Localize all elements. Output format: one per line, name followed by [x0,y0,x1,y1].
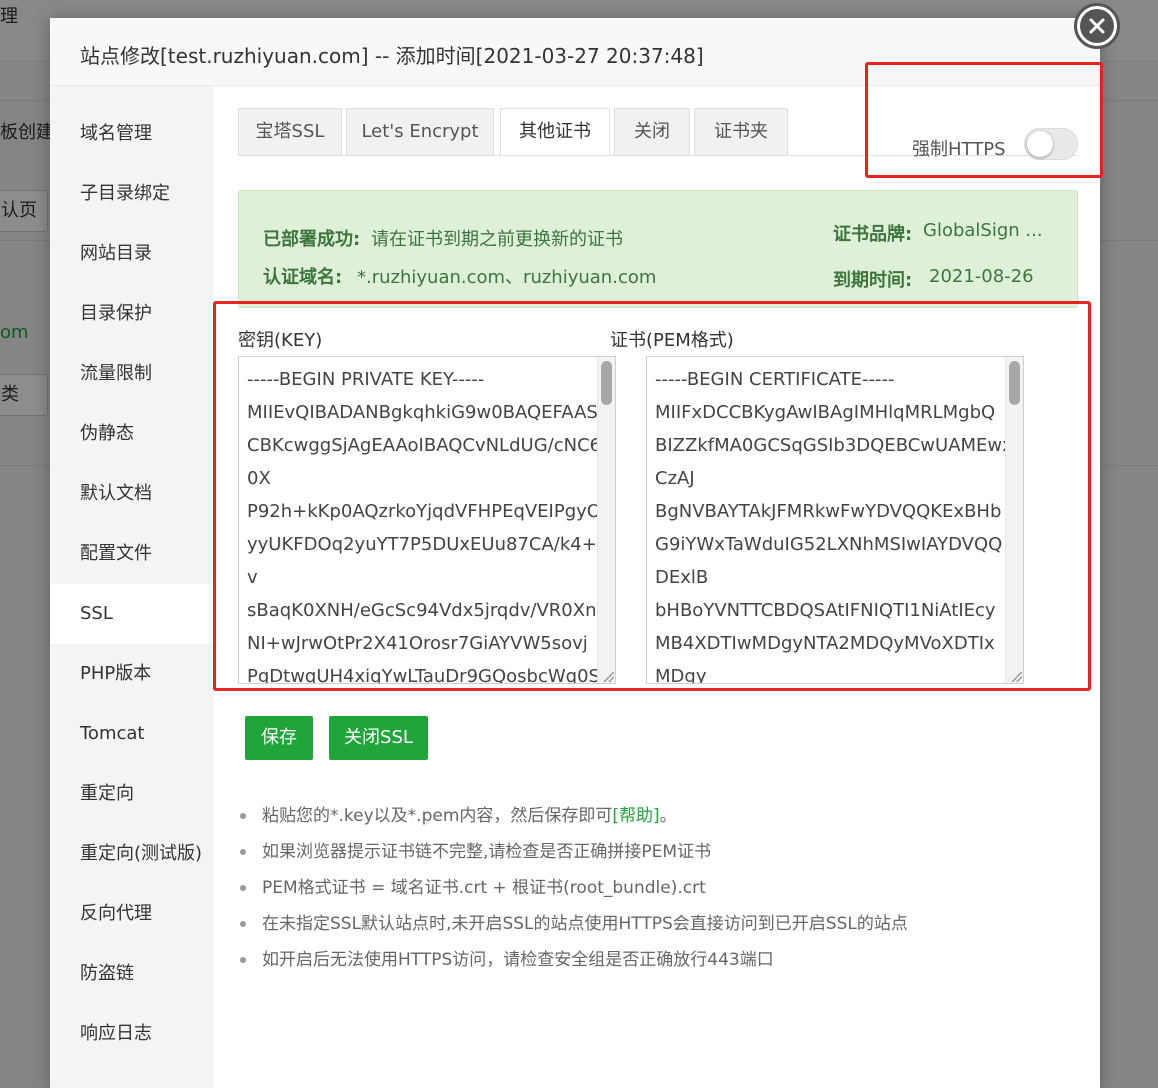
sidebar-item-php-version[interactable]: PHP版本 [50,644,214,704]
key-line: yyUKFDOq2yuYT7P5DUxEUu87CA/k4+5 [247,534,597,555]
cert-line: BgNVBAYTAkJFMRkwFwYDVQQKExBHb [655,501,1002,522]
tab-cert-folder[interactable]: 证书夹 [694,108,788,156]
modal-title: 站点修改[test.ruzhiyuan.com] -- 添加时间[2021-03… [80,44,704,68]
site-settings-sidebar: 域名管理 子目录绑定 网站目录 目录保护 流量限制 伪静态 默认文档 配置文件 … [50,86,214,1088]
tab-lets-encrypt[interactable]: Let's Encrypt [346,108,494,156]
sidebar-item-subdir-binding[interactable]: 子目录绑定 [50,164,214,224]
key-line: NI+wJrwOtPr2X41Orosr7GiAYVW5sovj [247,633,588,654]
sidebar-item-redirect-beta[interactable]: 重定向(测试版) [50,824,214,884]
key-line: sBaqK0XNH/eGcSc94Vdx5jrqdv/VR0Xn [247,600,597,621]
cert-scrollbar-thumb[interactable] [1009,361,1020,405]
key-line: PgDtwqUH4xiqYwLTauDr9GQosbcWq0S [247,666,597,684]
sidebar-item-config-file[interactable]: 配置文件 [50,524,214,584]
key-line: 0X [247,468,271,489]
list-item: 如果浏览器提示证书链不完整,请检查是否正确拼接PEM证书 [238,834,1078,870]
close-ssl-button[interactable]: 关闭SSL [329,716,428,760]
domain-label: 认证域名: [263,267,343,288]
list-item: 如开启后无法使用HTTPS访问，请检查安全组是否正确放行443端口 [238,942,1078,978]
cert-line: BIZZkfMA0GCSqGSIb3DQEBCwUAMEwx [655,435,1005,456]
close-icon-glyph [1089,18,1105,34]
toggle-knob [1027,131,1053,157]
bullet-icon [240,885,246,891]
note-text: PEM格式证书 = 域名证书.crt + 根证书(root_bundle).cr… [262,878,706,898]
bullet-icon [240,921,246,927]
cert-label: 证书(PEM格式) [610,330,734,351]
bullet-icon [240,813,246,819]
save-button[interactable]: 保存 [245,716,313,760]
private-key-textarea[interactable]: -----BEGIN PRIVATE KEY----- MIIEvQIBADAN… [238,356,616,684]
note-text: 如开启后无法使用HTTPS访问，请检查安全组是否正确放行443端口 [262,950,774,970]
sidebar-item-domain[interactable]: 域名管理 [50,104,214,164]
cert-line: DExlB [655,567,709,588]
bullet-icon [240,957,246,963]
list-item: 在未指定SSL默认站点时,未开启SSL的站点使用HTTPS会直接访问到已开启SS… [238,906,1078,942]
sidebar-item-redirect[interactable]: 重定向 [50,764,214,824]
sidebar-item-site-directory[interactable]: 网站目录 [50,224,214,284]
sidebar-item-tomcat[interactable]: Tomcat [50,704,214,764]
cert-line: CzAJ [655,468,695,489]
key-line: MIIEvQIBADANBgkqhkiG9w0BAQEFAAS [247,402,597,423]
key-line: v [247,567,258,588]
tab-bt-ssl[interactable]: 宝塔SSL [238,108,342,156]
note-text: 在未指定SSL默认站点时,未开启SSL的站点使用HTTPS会直接访问到已开启SS… [262,914,908,934]
modal-close-button[interactable] [1074,3,1120,49]
cert-line: MIIFxDCCBKygAwIBAgIMHlqMRLMgbQ [655,402,996,423]
tab-other-cert[interactable]: 其他证书 [500,108,610,156]
list-item: PEM格式证书 = 域名证书.crt + 根证书(root_bundle).cr… [238,870,1078,906]
force-https-toggle[interactable] [1024,128,1078,160]
key-line: CBKcwggSjAgEAAoIBAQCvNLdUG/cNC6 [247,435,597,456]
sidebar-item-default-doc[interactable]: 默认文档 [50,464,214,524]
sidebar-item-rewrite[interactable]: 伪静态 [50,404,214,464]
deployed-text: 请在证书到期之前更换新的证书 [371,229,623,250]
deployed-label: 已部署成功: [263,229,361,250]
close-icon [1080,9,1114,43]
sidebar-item-dir-protection[interactable]: 目录保护 [50,284,214,344]
cert-status-box: 已部署成功: 请在证书到期之前更换新的证书 认证域名: *.ruzhiyuan.… [238,190,1078,308]
cert-scrollbar[interactable] [1005,357,1023,683]
cert-line: MDgy [655,666,707,684]
private-key-content: -----BEGIN PRIVATE KEY----- MIIEvQIBADAN… [247,363,597,684]
brand-label: 证书品牌: [833,224,913,245]
key-scrollbar-thumb[interactable] [601,361,612,405]
ssl-help-notes: 粘贴您的*.key以及*.pem内容，然后保存即可[帮助]。 如果浏览器提示证书… [238,798,1078,978]
cert-line: bHBoYVNTTCBDQSAtIFNIQTI1NiAtIEcy [655,600,996,621]
key-label: 密钥(KEY) [238,330,323,351]
certificate-textarea[interactable]: -----BEGIN CERTIFICATE----- MIIFxDCCBKyg… [646,356,1024,684]
cert-line: -----BEGIN CERTIFICATE----- [655,369,895,390]
sidebar-item-reverse-proxy[interactable]: 反向代理 [50,884,214,944]
sidebar-item-hotlink-protection[interactable]: 防盗链 [50,944,214,1004]
sidebar-item-response-log[interactable]: 响应日志 [50,1004,214,1064]
list-item: 粘贴您的*.key以及*.pem内容，然后保存即可[帮助]。 [238,798,1078,834]
sidebar-item-ssl[interactable]: SSL [50,584,214,644]
ssl-panel: 宝塔SSL Let's Encrypt 其他证书 关闭 证书夹 强制HTTPS … [214,86,1100,1088]
tab-close[interactable]: 关闭 [614,108,690,156]
sidebar-item-traffic-limit[interactable]: 流量限制 [50,344,214,404]
note-text: 粘贴您的*.key以及*.pem内容，然后保存即可 [262,806,613,826]
resize-grip-icon[interactable] [604,672,614,682]
certificate-content: -----BEGIN CERTIFICATE----- MIIFxDCCBKyg… [655,363,1005,684]
cert-line: G9iYWxTaWduIG52LXNhMSIwIAYDVQQ [655,534,1003,555]
note-text-end: 。 [659,806,677,826]
modal-header: 站点修改[test.ruzhiyuan.com] -- 添加时间[2021-03… [50,18,1100,86]
key-scrollbar[interactable] [597,357,615,683]
bullet-icon [240,849,246,855]
help-link[interactable]: [帮助] [612,806,659,826]
domain-value: *.ruzhiyuan.com、ruzhiyuan.com [357,267,657,288]
key-line: P92h+kKp0AQzrkoYjqdVFHPEqVEIPgyO [247,501,597,522]
note-text: 如果浏览器提示证书链不完整,请检查是否正确拼接PEM证书 [262,842,712,862]
expiry-value: 2021-08-26 [929,266,1034,287]
resize-grip-icon[interactable] [1012,672,1022,682]
key-line: -----BEGIN PRIVATE KEY----- [247,369,485,390]
expiry-label: 到期时间: [833,270,913,291]
force-https-label: 强制HTTPS [912,139,1006,160]
cert-line: MB4XDTIwMDgyNTA2MDQyMVoXDTIx [655,633,995,654]
brand-value: GlobalSign ... [923,220,1043,241]
site-edit-modal: 站点修改[test.ruzhiyuan.com] -- 添加时间[2021-03… [50,18,1100,1088]
